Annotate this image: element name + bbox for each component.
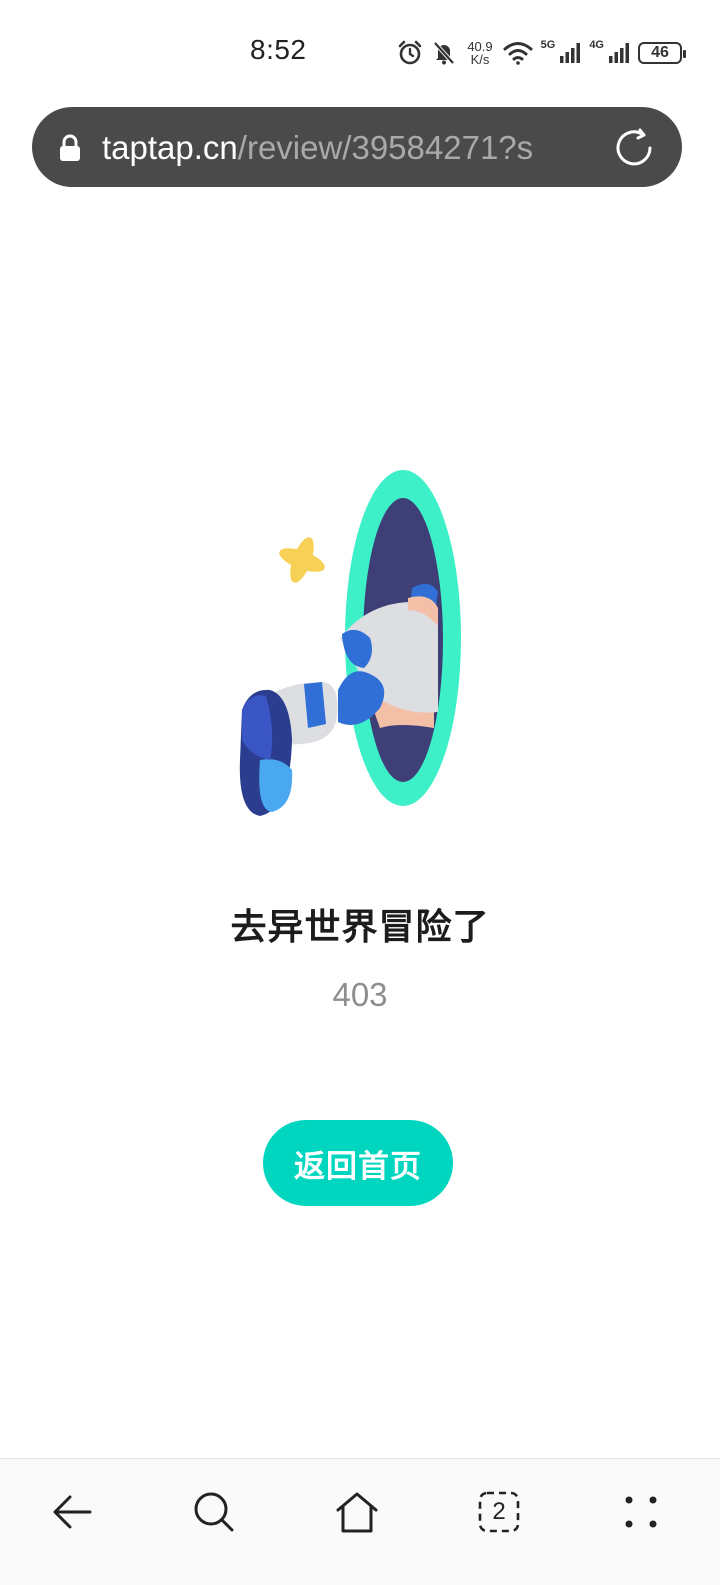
home-icon xyxy=(336,1492,378,1533)
battery-icon: 46 xyxy=(638,42,686,64)
back-icon xyxy=(53,1495,92,1529)
url-text[interactable]: taptap.cn/review/39584271?s xyxy=(102,126,590,170)
net-speed: 40.9 K/s xyxy=(467,40,492,66)
nav-tabs-button[interactable]: 2 xyxy=(469,1482,529,1542)
error-title: 去异世界冒险了 xyxy=(230,906,490,947)
nav-back-button[interactable] xyxy=(42,1482,102,1542)
wifi-icon xyxy=(503,42,533,65)
sim1-network-type: 5G xyxy=(540,39,556,51)
net-speed-unit: K/s xyxy=(470,52,490,67)
battery-level: 46 xyxy=(651,44,669,61)
nav-home-button[interactable] xyxy=(327,1482,387,1542)
nav-menu-button[interactable] xyxy=(611,1482,671,1542)
error-code: 403 xyxy=(332,976,388,1013)
lock-icon[interactable] xyxy=(58,134,82,162)
url-domain: taptap.cn xyxy=(102,129,238,166)
sparkle-icon xyxy=(279,537,325,583)
signal-icon xyxy=(560,43,581,63)
signal-icon xyxy=(609,43,629,63)
status-icons: 40.9 K/s 5G 4G 46 xyxy=(397,36,686,70)
url-path: /review/39584271?s xyxy=(237,129,534,166)
portal-illustration xyxy=(239,470,461,816)
search-icon xyxy=(194,1492,234,1532)
menu-icon xyxy=(625,1496,657,1528)
alarm-icon xyxy=(399,40,422,65)
status-bar: 8:52 40.9 K/s 5G 4G 46 xyxy=(0,0,720,100)
back-to-home-button[interactable]: 返回首页 xyxy=(263,1120,453,1206)
sim2-network-type: 4G xyxy=(589,39,604,51)
tab-count: 2 xyxy=(492,1498,506,1525)
status-time: 8:52 xyxy=(250,34,307,65)
mute-bell-icon xyxy=(433,41,455,65)
nav-search-button[interactable] xyxy=(184,1482,244,1542)
reload-icon[interactable] xyxy=(612,126,656,170)
